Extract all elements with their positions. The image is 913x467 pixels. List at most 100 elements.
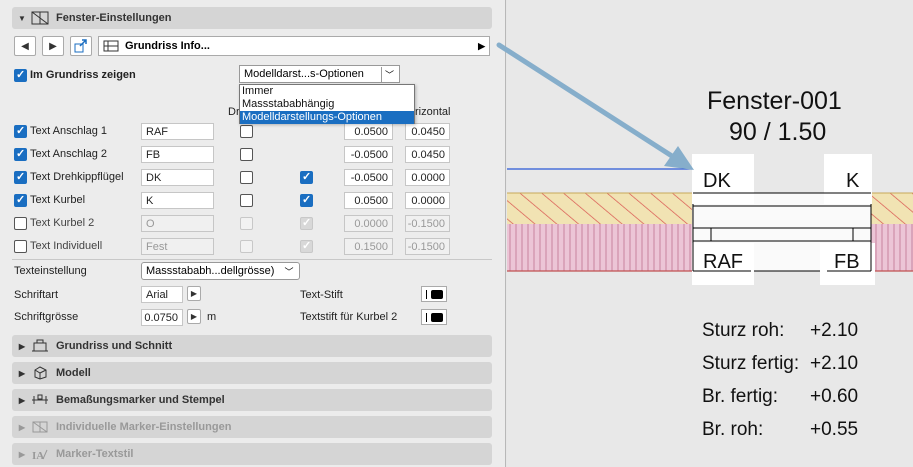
row-label: Text Individuell	[30, 240, 103, 252]
row-label: Text Kurbel	[30, 194, 86, 206]
row-text-field[interactable]: FB	[141, 146, 214, 163]
marker-text-raf: RAF	[703, 251, 743, 273]
row-option-checkbox[interactable]	[240, 148, 253, 161]
texteinstellung-select[interactable]: Massstababh...dellgrösse) ﹀	[141, 262, 300, 280]
section-grundriss-schnitt[interactable]: ▶ Grundriss und Schnitt	[12, 335, 492, 357]
show-in-plan-label: Im Grundriss zeigen	[30, 69, 136, 81]
window-size-label: 90 / 1.50	[729, 118, 827, 146]
text-stift-pen-picker[interactable]	[421, 286, 447, 302]
section-individuelle-marker[interactable]: ▶ Individuelle Marker-Einstellungen	[12, 416, 492, 438]
expand-triangle-icon[interactable]: ▶	[14, 342, 30, 351]
row-kurbel-checkbox[interactable]	[300, 193, 313, 207]
column-header-dreh: Dr	[228, 106, 240, 118]
row-enable-checkbox[interactable]	[14, 217, 27, 230]
dropdown-option-massstab[interactable]: Massstababhängig	[240, 98, 414, 111]
wall-hatch-right	[871, 193, 913, 224]
row-text-field[interactable]: DK	[141, 169, 214, 186]
settings-panel: ▼ Fenster-Einstellungen ◀ ▶ Grundriss In…	[0, 0, 506, 467]
wall-hatch-left	[507, 193, 692, 224]
row-option-checkbox[interactable]	[240, 125, 253, 138]
dimension-label: Sturz fertig:	[702, 353, 800, 374]
triangle-right-icon: ▶	[478, 40, 485, 51]
row-kurbel-checkbox[interactable]	[300, 239, 313, 253]
row-kurbel-checkbox[interactable]	[300, 170, 313, 184]
window-settings-icon	[30, 10, 50, 26]
schriftgroesse-field[interactable]: 0.0750	[141, 309, 183, 326]
dropdown-option-immer[interactable]: Immer	[240, 85, 414, 98]
expand-triangle-icon[interactable]: ▶	[14, 369, 30, 378]
row-label: Text Anschlag 2	[30, 148, 108, 160]
row-text-field[interactable]: RAF	[141, 123, 214, 140]
show-in-plan-checkbox[interactable]	[14, 68, 27, 82]
row-option-checkbox[interactable]	[240, 240, 253, 253]
row-vertical-offset-field[interactable]: -0.0500	[344, 146, 393, 163]
row-kurbel-checkbox[interactable]	[300, 216, 313, 230]
section-modell[interactable]: ▶ Modell	[12, 362, 492, 384]
triangle-right-icon: ▶	[190, 289, 198, 298]
row-horizontal-offset-field[interactable]: -0.1500	[405, 238, 450, 255]
section-bemassung[interactable]: ▶ Bemaßungsmarker und Stempel	[12, 389, 492, 411]
row-enable-checkbox[interactable]	[14, 170, 27, 184]
expand-triangle-icon[interactable]: ▶	[14, 396, 30, 405]
row-horizontal-offset-field[interactable]: 0.0450	[405, 123, 450, 140]
schriftgroesse-menu-button[interactable]: ▶	[187, 309, 201, 324]
row-enable-checkbox[interactable]	[14, 193, 27, 207]
expand-triangle-icon[interactable]: ▶	[14, 450, 30, 459]
section-title: Modell	[56, 367, 91, 379]
textstift-kurbel-label: Textstift für Kurbel 2	[300, 311, 398, 323]
row-option-checkbox[interactable]	[240, 217, 253, 230]
section-title: Grundriss und Schnitt	[56, 340, 173, 352]
plan-section-icon	[30, 338, 50, 354]
expand-triangle-icon[interactable]: ▶	[14, 423, 30, 432]
row-label: Text Kurbel 2	[30, 217, 95, 229]
row-enable-checkbox[interactable]	[14, 124, 27, 138]
prev-button[interactable]: ◀	[14, 36, 36, 56]
wall-core-hatch-left	[507, 224, 692, 271]
section-title: Marker-Textstil	[56, 448, 134, 460]
texteinstellung-value: Massstababh...dellgrösse)	[146, 265, 275, 277]
row-horizontal-offset-field[interactable]: -0.1500	[405, 215, 450, 232]
dimension-marker-icon	[30, 392, 50, 408]
row-text-field[interactable]: O	[141, 215, 214, 232]
row-vertical-offset-field[interactable]: 0.0500	[344, 192, 393, 209]
row-vertical-offset-field[interactable]: 0.0000	[344, 215, 393, 232]
row-text-field[interactable]: K	[141, 192, 214, 209]
row-enable-checkbox[interactable]	[14, 240, 27, 253]
row-vertical-offset-field[interactable]: 0.1500	[344, 238, 393, 255]
triangle-left-icon: ◀	[21, 40, 29, 52]
row-vertical-offset-field[interactable]: 0.0500	[344, 123, 393, 140]
triangle-right-icon: ▶	[190, 312, 198, 321]
window-id-label: Fenster-001	[707, 87, 842, 115]
schriftart-menu-button[interactable]: ▶	[187, 286, 201, 301]
row-horizontal-offset-field[interactable]: 0.0000	[405, 192, 450, 209]
dimension-value: +2.10	[810, 353, 859, 374]
schriftart-field[interactable]: Arial	[141, 286, 183, 303]
show-in-plan-select[interactable]: Modelldarst...s-Optionen ﹀	[239, 65, 400, 83]
page-selector[interactable]: Grundriss Info... ▶	[98, 36, 490, 56]
row-horizontal-offset-field[interactable]: 0.0450	[405, 146, 450, 163]
section-fenster-einstellungen[interactable]: ▼ Fenster-Einstellungen	[12, 7, 492, 29]
dimension-label: Br. fertig:	[702, 386, 779, 407]
model-cube-icon	[30, 365, 50, 381]
row-vertical-offset-field[interactable]: -0.0500	[344, 169, 393, 186]
next-button[interactable]: ▶	[42, 36, 64, 56]
row-option-checkbox[interactable]	[240, 171, 253, 184]
textstift-kurbel-pen-picker[interactable]	[421, 309, 447, 325]
row-horizontal-offset-field[interactable]: 0.0000	[405, 169, 450, 186]
marker-text-dk: DK	[703, 170, 731, 192]
plan-drawing: Fenster-001 90 / 1.50 DK K RAF FB Sturz …	[507, 0, 913, 467]
chevron-down-icon: ﹀	[284, 267, 294, 277]
schriftgroesse-unit: m	[207, 311, 217, 323]
collapse-triangle-icon[interactable]: ▼	[14, 14, 30, 23]
text-style-icon: IA	[30, 446, 50, 462]
dropdown-option-modelldarstellung[interactable]: Modelldarstellungs-Optionen	[240, 111, 414, 124]
dimension-value: +2.10	[810, 320, 859, 341]
row-enable-checkbox[interactable]	[14, 147, 27, 161]
chevron-down-icon: ﹀	[381, 67, 397, 82]
row-option-checkbox[interactable]	[240, 194, 253, 207]
text-stift-label: Text-Stift	[300, 289, 343, 301]
row-label: Text Drehkippflügel	[30, 171, 124, 183]
section-marker-textstil[interactable]: ▶ IA Marker-Textstil	[12, 443, 492, 465]
row-text-field[interactable]: Fest	[141, 238, 214, 255]
page-jump-button[interactable]	[70, 36, 92, 56]
